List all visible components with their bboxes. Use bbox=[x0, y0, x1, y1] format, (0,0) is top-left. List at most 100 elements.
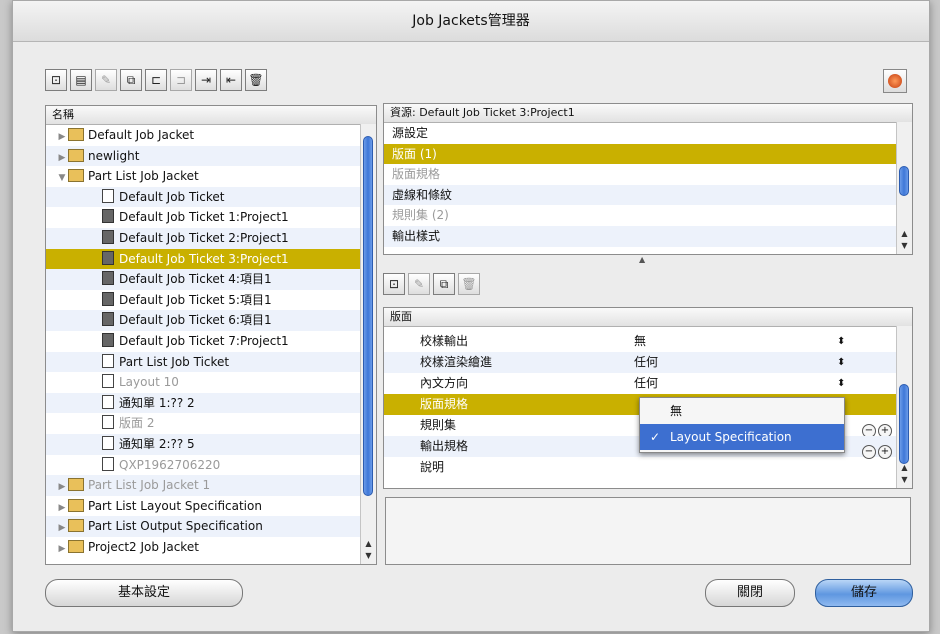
setting-value[interactable]: 任何 bbox=[634, 373, 658, 394]
tree-row[interactable]: 通知單 2:?? 5 bbox=[46, 433, 376, 455]
open-folder-button[interactable]: ⊏ bbox=[145, 69, 167, 91]
edit-pencil-button[interactable]: ✎ bbox=[408, 273, 430, 295]
popup-arrows-icon[interactable]: ⬍ bbox=[837, 331, 845, 352]
close-button[interactable]: 關閉 bbox=[705, 579, 795, 607]
tree-scroll-thumb[interactable] bbox=[363, 136, 373, 496]
tree-row[interactable]: ▼ Part List Job Jacket bbox=[46, 166, 376, 187]
resource-row[interactable]: 輸出樣式 bbox=[384, 225, 912, 247]
scroll-down-arrow[interactable]: ▼ bbox=[897, 474, 912, 486]
edit-pencil-button[interactable]: ✎ bbox=[95, 69, 117, 91]
duplicate-button[interactable]: ⧉ bbox=[433, 273, 455, 295]
scroll-down-arrow[interactable]: ▼ bbox=[897, 240, 912, 252]
tree-row[interactable]: Part List Job Ticket bbox=[46, 351, 376, 373]
link-button[interactable]: ⊐ bbox=[170, 69, 192, 91]
scroll-up-arrow[interactable]: ▲ bbox=[897, 462, 912, 474]
tree-row[interactable]: Default Job Ticket 3:Project1 bbox=[46, 248, 376, 270]
layout-table-row[interactable]: 校樣渲染繪進 任何 ⬍ bbox=[384, 352, 912, 373]
job-ticket-icon bbox=[102, 312, 114, 327]
setting-value[interactable]: 任何 bbox=[634, 352, 658, 373]
tree-row-label: Default Job Ticket 2:Project1 bbox=[119, 230, 289, 245]
ticket-stack-icon bbox=[102, 353, 114, 368]
edit-pencil-icon: ✎ bbox=[413, 277, 425, 291]
disclosure-closed-icon[interactable]: ▶ bbox=[56, 477, 68, 498]
tree-row[interactable]: Default Job Ticket 2:Project1 bbox=[46, 227, 376, 249]
resources-scrollbar[interactable]: ▲ ▼ bbox=[896, 122, 912, 254]
tree-row[interactable]: Default Job Ticket 6:項目1 bbox=[46, 310, 376, 331]
disclosure-open-icon[interactable]: ▼ bbox=[56, 168, 68, 189]
tree-row[interactable]: 版面 2 bbox=[46, 413, 376, 434]
resources-scroll-thumb[interactable] bbox=[899, 166, 909, 196]
trash-button[interactable]: 🗑 bbox=[245, 69, 267, 91]
layout-table-row[interactable]: 校樣輸出 無 ⬍ bbox=[384, 331, 912, 352]
tree-row[interactable]: ▶ Part List Output Specification bbox=[46, 516, 376, 537]
tree-row[interactable]: ▶ Project2 Job Jacket bbox=[46, 537, 376, 558]
tree-row-label: Part List Job Ticket bbox=[119, 354, 230, 369]
new-ticket-button[interactable]: ▤ bbox=[70, 69, 92, 91]
trash-icon: 🗑 bbox=[248, 73, 264, 87]
layout-table-scrollbar[interactable]: ▲ ▼ bbox=[896, 326, 912, 488]
disclosure-closed-icon[interactable]: ▶ bbox=[56, 148, 68, 169]
tree-row[interactable]: ▶ newlight bbox=[46, 145, 376, 169]
blank-ticket-icon bbox=[102, 188, 114, 203]
popup-option[interactable]: 無 bbox=[640, 398, 844, 424]
tree-row-label: Default Job Ticket 3:Project1 bbox=[119, 251, 289, 266]
resource-row[interactable]: 版面 (1) bbox=[384, 143, 912, 165]
job-ticket-icon bbox=[102, 229, 114, 244]
job-ticket-icon bbox=[102, 271, 114, 286]
scroll-down-arrow[interactable]: ▼ bbox=[361, 550, 376, 562]
help-button[interactable] bbox=[883, 69, 907, 93]
resource-row[interactable]: 虛線和條紋 bbox=[384, 184, 912, 206]
tree-row[interactable]: Default Job Ticket 7:Project1 bbox=[46, 331, 376, 352]
tree-row[interactable]: Default Job Ticket 1:Project1 bbox=[46, 207, 376, 228]
check-icon: ✓ bbox=[650, 430, 661, 444]
tree-row[interactable]: Default Job Ticket bbox=[46, 186, 376, 208]
popup-arrows-icon[interactable]: ⬍ bbox=[837, 352, 845, 373]
tree-row[interactable]: QXP1962706220 bbox=[46, 455, 376, 476]
resource-row[interactable]: 源設定 bbox=[384, 123, 912, 144]
splitter-handle[interactable]: ▲ bbox=[639, 255, 647, 264]
tree-row-label: Part List Job Jacket 1 bbox=[88, 478, 211, 493]
tree-scrollbar[interactable]: ▲ ▼ bbox=[360, 124, 376, 564]
export-button[interactable]: ⇤ bbox=[220, 69, 242, 91]
layout-table-row[interactable]: 說明 bbox=[384, 457, 912, 478]
save-button[interactable]: 儲存 bbox=[815, 579, 913, 607]
setting-name: 校樣渲染繪進 bbox=[420, 355, 493, 369]
disclosure-closed-icon[interactable]: ▶ bbox=[56, 127, 68, 148]
duplicate-button[interactable]: ⧉ bbox=[120, 69, 142, 91]
resource-row[interactable]: 版面規格 bbox=[384, 164, 912, 185]
layout-table-header-label: 版面 bbox=[390, 310, 412, 323]
description-field[interactable] bbox=[385, 497, 911, 565]
popup-option[interactable]: ✓ Layout Specification bbox=[640, 424, 844, 450]
scroll-up-arrow[interactable]: ▲ bbox=[897, 228, 912, 240]
disclosure-closed-icon[interactable]: ▶ bbox=[56, 498, 68, 519]
new-jacket-button[interactable]: ⊡ bbox=[45, 69, 67, 91]
tree-row-label: 通知單 2:?? 5 bbox=[119, 436, 195, 451]
resource-row[interactable]: 規則集 (2) bbox=[384, 205, 912, 226]
import-button[interactable]: ⇥ bbox=[195, 69, 217, 91]
tree-row-label: Default Job Ticket 6:項目1 bbox=[119, 313, 272, 328]
edit-pencil-icon: ✎ bbox=[100, 73, 112, 87]
tree-row[interactable]: Default Job Ticket 5:項目1 bbox=[46, 290, 376, 311]
scroll-up-arrow[interactable]: ▲ bbox=[361, 538, 376, 550]
disclosure-closed-icon[interactable]: ▶ bbox=[56, 539, 68, 560]
tree-row-label: Part List Job Jacket bbox=[88, 169, 199, 184]
tree-row[interactable]: Layout 10 bbox=[46, 372, 376, 393]
tree-row[interactable]: Default Job Ticket 4:項目1 bbox=[46, 269, 376, 290]
setting-value[interactable]: 無 bbox=[634, 331, 646, 352]
tree-row[interactable]: 通知單 1:?? 2 bbox=[46, 392, 376, 414]
job-ticket-icon bbox=[102, 250, 114, 265]
tree-row[interactable]: ▶ Default Job Jacket bbox=[46, 125, 376, 146]
layout-table-row[interactable]: 內文方向 任何 ⬍ bbox=[384, 373, 912, 394]
tree-row[interactable]: ▶ Part List Job Jacket 1 bbox=[46, 475, 376, 496]
disclosure-closed-icon[interactable]: ▶ bbox=[56, 518, 68, 539]
job-jackets-tree: 名稱 ▶ Default Job Jacket ▶ newlight ▼ Part Lis… bbox=[45, 105, 377, 565]
popup-arrows-icon[interactable]: ⬍ bbox=[837, 373, 845, 394]
new-layout-button[interactable]: ⊡ bbox=[383, 273, 405, 295]
layout-table-scroll-thumb[interactable] bbox=[899, 384, 909, 464]
tree-row-label: QXP1962706220 bbox=[119, 457, 221, 472]
basic-settings-button[interactable]: 基本設定 bbox=[45, 579, 243, 607]
tree-row[interactable]: ▶ Part List Layout Specification bbox=[46, 496, 376, 517]
layout-spec-popup-menu: 無 ✓ Layout Specification bbox=[639, 397, 845, 453]
new-layout-icon: ⊡ bbox=[388, 277, 400, 291]
trash-button[interactable]: 🗑 bbox=[458, 273, 480, 295]
